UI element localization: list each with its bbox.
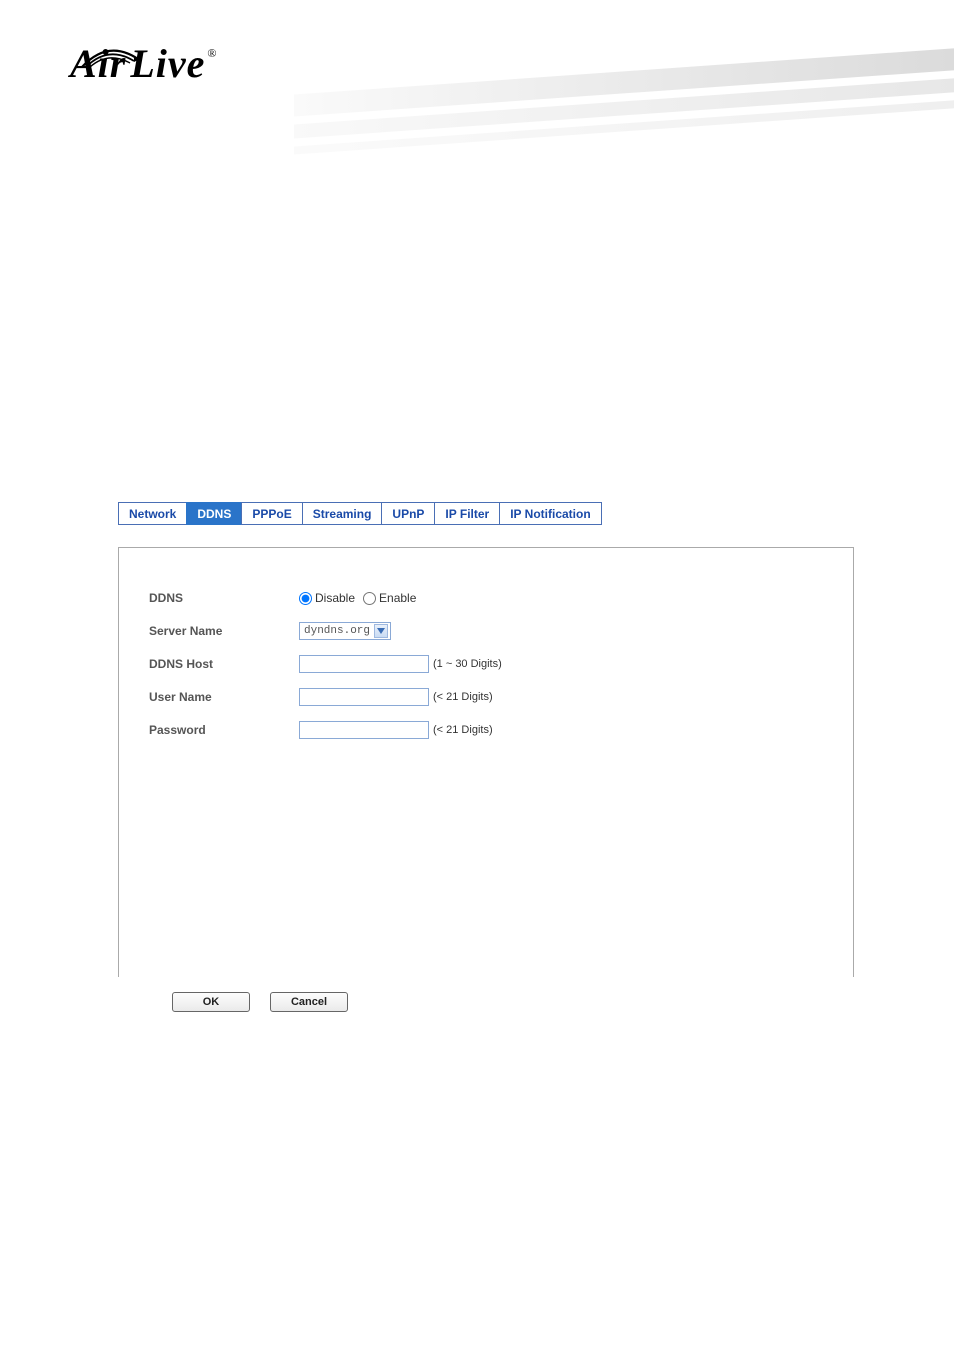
radio-disable-label: Disable	[315, 591, 355, 605]
tab-network[interactable]: Network	[118, 502, 187, 525]
select-value: dyndns.org	[304, 625, 370, 637]
logo-arc-icon	[80, 32, 140, 56]
ddns-host-hint: (1 ~ 30 Digits)	[433, 658, 502, 670]
cancel-button-label: Cancel	[291, 996, 327, 1008]
brand-logo: AirLive®	[70, 40, 216, 87]
server-name-label: Server Name	[149, 624, 299, 638]
logo-text-b: Live	[130, 41, 205, 86]
ddns-host-label: DDNS Host	[149, 657, 299, 671]
tab-label: UPnP	[392, 507, 424, 521]
ddns-enable-radio[interactable]: Enable	[363, 591, 416, 605]
radio-disable-input[interactable]	[299, 592, 312, 605]
user-name-input[interactable]	[299, 688, 429, 706]
settings-panel: DDNS Disable Enable Server Name dyndns.o…	[118, 547, 854, 977]
tab-label: IP Filter	[445, 507, 489, 521]
header-decor	[334, 70, 954, 150]
tab-ddns[interactable]: DDNS	[186, 502, 242, 525]
tab-label: IP Notification	[510, 507, 590, 521]
tab-ipnotification[interactable]: IP Notification	[499, 502, 601, 525]
tab-label: DDNS	[197, 507, 231, 521]
tab-streaming[interactable]: Streaming	[302, 502, 383, 525]
ddns-label: DDNS	[149, 591, 299, 605]
radio-enable-label: Enable	[379, 591, 416, 605]
tab-label: PPPoE	[252, 507, 291, 521]
password-label: Password	[149, 723, 299, 737]
server-name-select[interactable]: dyndns.org	[299, 622, 391, 640]
ok-button[interactable]: OK	[172, 992, 250, 1012]
radio-enable-input[interactable]	[363, 592, 376, 605]
tab-upnp[interactable]: UPnP	[381, 502, 435, 525]
chevron-down-icon	[374, 624, 388, 638]
cancel-button[interactable]: Cancel	[270, 992, 348, 1012]
tab-label: Streaming	[313, 507, 372, 521]
tab-ipfilter[interactable]: IP Filter	[434, 502, 500, 525]
ddns-host-input[interactable]	[299, 655, 429, 673]
logo-reg: ®	[207, 46, 217, 60]
ok-button-label: OK	[203, 996, 220, 1008]
tab-bar: Network DDNS PPPoE Streaming UPnP IP Fil…	[118, 502, 854, 525]
tab-pppoe[interactable]: PPPoE	[241, 502, 302, 525]
tab-label: Network	[129, 507, 176, 521]
user-name-label: User Name	[149, 690, 299, 704]
password-input[interactable]	[299, 721, 429, 739]
ddns-disable-radio[interactable]: Disable	[299, 591, 355, 605]
user-name-hint: (< 21 Digits)	[433, 691, 493, 703]
password-hint: (< 21 Digits)	[433, 724, 493, 736]
